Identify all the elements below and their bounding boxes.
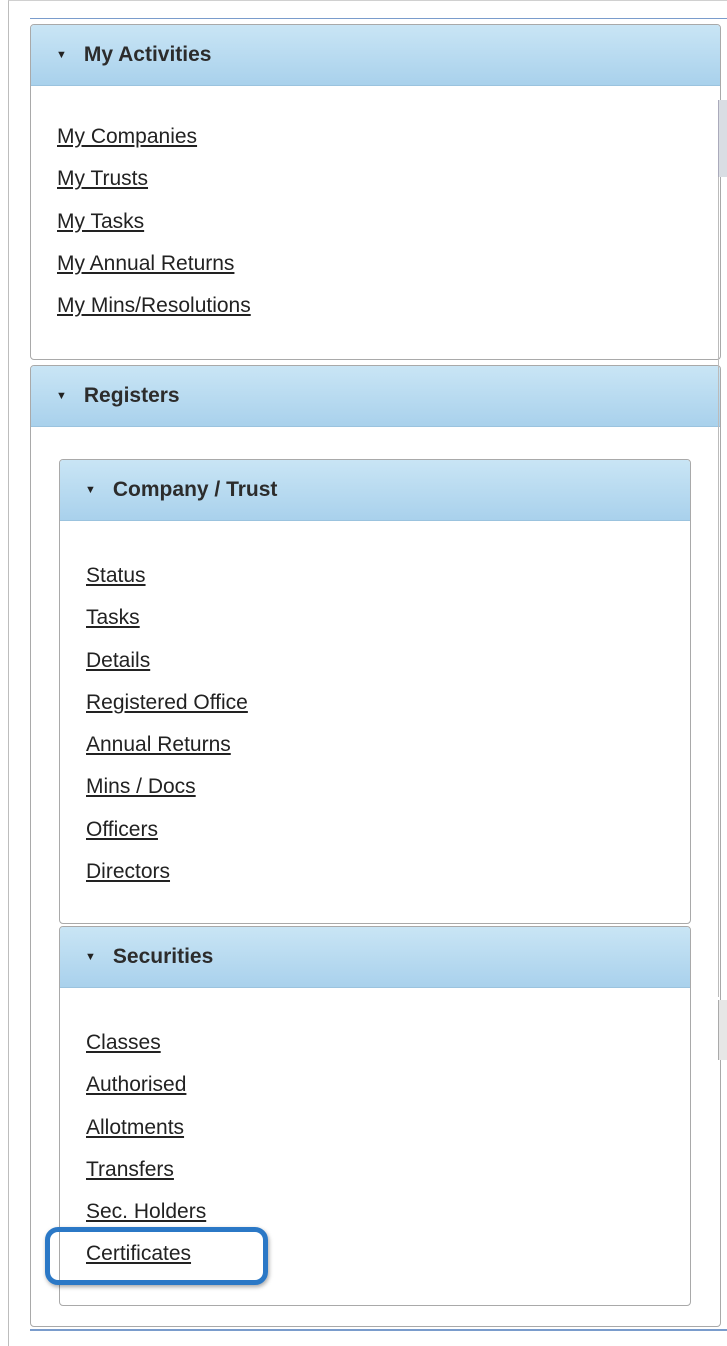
triangle-down-icon: ▼ xyxy=(85,951,96,963)
link-officers[interactable]: Officers xyxy=(86,809,690,851)
certificates-highlight-box xyxy=(45,1227,268,1285)
my-activities-header[interactable]: ▼ My Activities xyxy=(31,25,720,86)
link-transfers[interactable]: Transfers xyxy=(86,1149,690,1191)
bottom-divider xyxy=(30,1329,727,1331)
link-my-annual-returns[interactable]: My Annual Returns xyxy=(57,243,720,285)
top-divider xyxy=(30,18,727,19)
company-trust-title: Company / Trust xyxy=(112,478,278,501)
link-annual-returns[interactable]: Annual Returns xyxy=(86,724,690,766)
company-trust-header[interactable]: ▼ Company / Trust xyxy=(60,460,690,521)
link-mins-docs[interactable]: Mins / Docs xyxy=(86,766,690,808)
company-trust-panel: ▼ Company / Trust Status Tasks Details R… xyxy=(59,459,691,924)
triangle-down-icon: ▼ xyxy=(85,484,96,496)
right-scroll-edge-top xyxy=(718,100,727,177)
securities-header[interactable]: ▼ Securities xyxy=(60,927,690,988)
triangle-down-icon: ▼ xyxy=(56,390,67,402)
link-my-tasks[interactable]: My Tasks xyxy=(57,201,720,243)
link-allotments[interactable]: Allotments xyxy=(86,1107,690,1149)
right-scroll-edge-bottom xyxy=(718,1000,727,1060)
registers-title: Registers xyxy=(83,384,180,407)
my-activities-panel: ▼ My Activities My Companies My Trusts M… xyxy=(30,24,721,360)
link-details[interactable]: Details xyxy=(86,640,690,682)
link-my-trusts[interactable]: My Trusts xyxy=(57,158,720,200)
right-panel-edge xyxy=(718,177,719,997)
link-my-mins-resolutions[interactable]: My Mins/Resolutions xyxy=(57,285,720,327)
link-classes[interactable]: Classes xyxy=(86,1022,690,1064)
link-status[interactable]: Status xyxy=(86,555,690,597)
link-my-companies[interactable]: My Companies xyxy=(57,116,720,158)
triangle-down-icon: ▼ xyxy=(56,49,67,61)
link-directors[interactable]: Directors xyxy=(86,851,690,893)
registers-panel: ▼ Registers ▼ Company / Trust Status Tas… xyxy=(30,365,721,1327)
link-tasks[interactable]: Tasks xyxy=(86,597,690,639)
my-activities-title: My Activities xyxy=(83,43,212,66)
registers-header[interactable]: ▼ Registers xyxy=(31,366,720,427)
link-registered-office[interactable]: Registered Office xyxy=(86,682,690,724)
securities-title: Securities xyxy=(112,945,214,968)
link-authorised[interactable]: Authorised xyxy=(86,1064,690,1106)
